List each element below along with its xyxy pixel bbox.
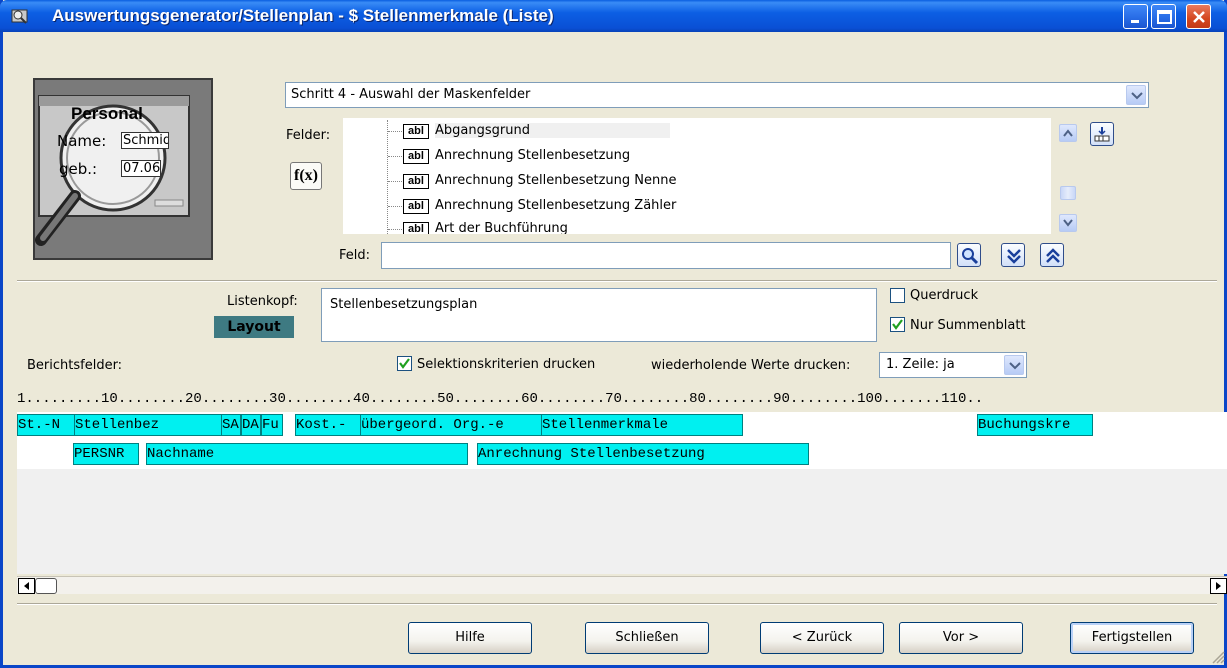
arrow-right-icon (1216, 582, 1221, 590)
tree-item-label: Anrechnung Stellenbesetzung (435, 148, 631, 163)
next-button[interactable]: Vor > (899, 622, 1023, 654)
sort-icon (1094, 127, 1110, 142)
maximize-button[interactable] (1151, 4, 1176, 29)
help-button[interactable]: Hilfe (408, 622, 532, 654)
selektionskriterien-checkbox[interactable] (397, 356, 412, 371)
feld-label: Feld: (339, 248, 371, 263)
step-dropdown-button[interactable] (1126, 85, 1146, 105)
listenkopf-textarea[interactable]: Stellenbesetzungsplan (321, 288, 877, 342)
wiederholende-werte-label: wiederholende Werte drucken: (651, 358, 851, 373)
berichtsfelder-label: Berichtsfelder: (27, 358, 123, 373)
chevron-up-icon (1063, 129, 1073, 137)
chevron-down-icon (1131, 92, 1143, 100)
personal-logo: Personal Name: Schmid geb.: 07.06 (33, 78, 213, 260)
close-icon (1193, 11, 1205, 23)
app-icon (11, 9, 28, 24)
report-field[interactable]: Nachname (146, 443, 468, 465)
nur-summenblatt-checkbox[interactable] (890, 317, 905, 332)
tree-scroll-down-button[interactable] (1059, 214, 1077, 232)
maximize-icon (1157, 10, 1172, 24)
wiederholende-werte-select[interactable]: 1. Zeile: ja (879, 352, 1027, 378)
logo-name-value: Schmid (121, 132, 169, 149)
text-field-icon: abl (403, 222, 429, 234)
tree-item-label: Abgangsgrund (435, 123, 670, 138)
selektionskriterien-label: Selektionskriterien drucken (417, 357, 596, 372)
arrow-left-icon (24, 582, 29, 590)
finish-button[interactable]: Fertigstellen (1070, 622, 1194, 654)
report-field[interactable]: Stellenmerkmale (541, 414, 743, 436)
querdruck-checkbox[interactable] (890, 288, 905, 303)
listenkopf-value: Stellenbesetzungsplan (330, 297, 478, 312)
wiederholende-dropdown-button[interactable] (1004, 355, 1024, 375)
resize-grip-icon[interactable] (1209, 648, 1225, 664)
step-select-value: Schritt 4 - Auswahl der Maskenfelder (291, 87, 531, 102)
report-field[interactable]: Anrechnung Stellenbesetzung (477, 443, 809, 465)
checkmark-icon (892, 319, 903, 330)
report-layout-canvas[interactable]: St.-N Stellenbez SA DA Fu Kost.- übergeo… (17, 412, 1227, 574)
tree-scroll-up-button[interactable] (1059, 124, 1077, 142)
layout-horizontal-scrollbar[interactable] (17, 576, 1227, 594)
report-field[interactable]: übergeord. Org.-e (360, 414, 542, 436)
text-field-icon: abl (403, 124, 429, 139)
column-ruler: 1.........10........20........30........… (17, 391, 984, 407)
layout-button[interactable]: Layout (214, 316, 294, 338)
step-select[interactable]: Schritt 4 - Auswahl der Maskenfelder (285, 82, 1149, 108)
scroll-right-button[interactable] (1210, 578, 1227, 594)
wizard-window: Auswertungsgenerator/Stellenplan - $ Ste… (0, 0, 1227, 668)
report-field[interactable]: Buchungskre (977, 414, 1093, 436)
scroll-thumb[interactable] (35, 578, 57, 594)
report-field[interactable]: Kost.- (295, 414, 361, 436)
chevron-down-icon (1063, 219, 1073, 227)
querdruck-label: Querdruck (910, 288, 979, 303)
window-title: Auswertungsgenerator/Stellenplan - $ Ste… (52, 6, 554, 25)
text-field-icon: abl (403, 174, 429, 189)
back-button[interactable]: < Zurück (760, 622, 884, 654)
logo-name-label: Name: (57, 132, 107, 150)
sort-button[interactable] (1090, 122, 1114, 146)
minimize-icon (1131, 20, 1139, 23)
close-button[interactable] (1186, 4, 1211, 29)
find-next-button[interactable] (1001, 243, 1025, 267)
chevron-down-icon (1009, 362, 1021, 370)
report-field[interactable]: St.-N (17, 414, 75, 436)
tree-item-label: Anrechnung Stellenbesetzung Zähler (435, 198, 677, 213)
logo-geb-value: 07.06 (121, 160, 161, 177)
nur-summenblatt-label: Nur Summenblatt (910, 318, 1026, 333)
report-field[interactable]: Fu (261, 414, 283, 436)
title-bar[interactable]: Auswertungsgenerator/Stellenplan - $ Ste… (0, 0, 1227, 32)
feld-input[interactable] (381, 242, 951, 269)
minimize-button[interactable] (1123, 4, 1148, 29)
tree-scroll-thumb[interactable] (1060, 186, 1076, 200)
felder-label: Felder: (286, 128, 331, 143)
double-chevron-up-icon (1046, 248, 1060, 263)
tree-connector (387, 120, 388, 234)
tree-item-label: Anrechnung Stellenbesetzung Nenne (435, 173, 677, 188)
tree-item-label: Art der Buchführung (435, 221, 568, 234)
search-icon (962, 248, 979, 265)
separator-top (17, 280, 1217, 282)
find-previous-button[interactable] (1040, 243, 1064, 267)
logo-personal-text: Personal (71, 104, 143, 123)
logo-geb-label: geb.: (59, 160, 98, 178)
text-field-icon: abl (403, 199, 429, 214)
separator-bottom (17, 603, 1217, 605)
scroll-left-button[interactable] (18, 578, 35, 594)
wiederholende-werte-value: 1. Zeile: ja (886, 357, 955, 372)
report-field[interactable]: PERSNR (73, 443, 139, 465)
close-dialog-button[interactable]: Schließen (585, 622, 709, 654)
report-field[interactable]: Stellenbez (74, 414, 222, 436)
listenkopf-label: Listenkopf: (227, 294, 298, 309)
checkmark-icon (399, 358, 410, 369)
fields-tree[interactable]: abl Abgangsgrund abl Anrechnung Stellenb… (343, 118, 1051, 234)
text-field-icon: abl (403, 149, 429, 164)
formula-button[interactable]: f(x) (290, 162, 322, 190)
double-chevron-down-icon (1007, 249, 1021, 264)
report-field[interactable]: DA (241, 414, 261, 436)
search-button[interactable] (957, 243, 981, 267)
report-field[interactable]: SA (221, 414, 241, 436)
